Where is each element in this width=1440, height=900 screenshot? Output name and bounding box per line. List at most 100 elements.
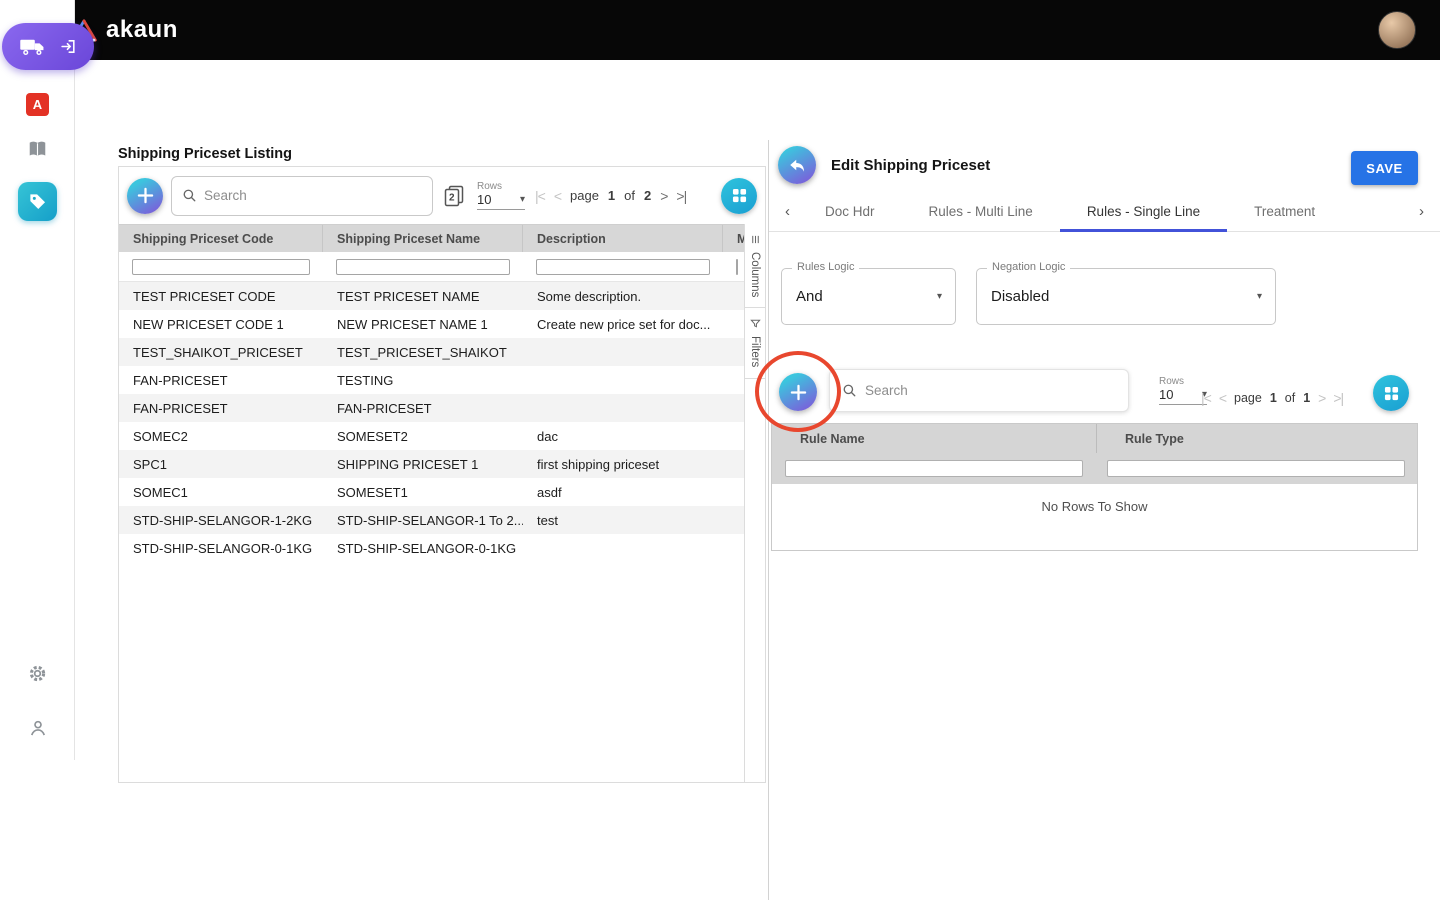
of-label: of xyxy=(1284,391,1296,405)
sidebar-item-settings[interactable] xyxy=(0,663,75,684)
save-button[interactable]: SAVE xyxy=(1351,151,1418,185)
cell-desc: Some description. xyxy=(537,288,642,304)
cell-name: TEST PRICESET NAME xyxy=(337,288,480,304)
table-row[interactable]: FAN-PRICESET FAN-PRICESET xyxy=(119,394,744,422)
rows-value: 10 xyxy=(1159,387,1174,402)
rules-logic-select[interactable]: Rules Logic And ▾ xyxy=(781,261,956,325)
cell-code: FAN-PRICESET xyxy=(133,400,228,416)
rules-rows-per-page[interactable]: Rows 10 ▾ xyxy=(1159,376,1207,405)
tab-rules-single-line[interactable]: Rules - Single Line xyxy=(1059,192,1228,232)
negation-logic-value: Disabled xyxy=(991,288,1050,305)
filter-rule-name-input[interactable] xyxy=(785,460,1083,477)
cell-name: STD-SHIP-SELANGOR-0-1KG xyxy=(337,540,517,556)
grid-view-button[interactable] xyxy=(721,177,757,214)
first-page-icon[interactable]: |< xyxy=(1201,390,1212,406)
listing-card: 2 Rows 10 ▾ |< < page 1 of 2 > >| xyxy=(118,166,766,783)
table-row[interactable]: SOMEC1 SOMESET1 asdf xyxy=(119,478,744,506)
sidebar-item-profile[interactable] xyxy=(0,718,75,738)
last-page-icon[interactable]: >| xyxy=(1333,390,1344,406)
filter-m-input[interactable] xyxy=(736,258,738,275)
tabs-scroll-left-icon[interactable]: ‹ xyxy=(777,192,798,231)
filter-description-input[interactable] xyxy=(536,258,710,275)
rows-label: Rows xyxy=(1159,376,1185,387)
sidebar-item-pricebook-active[interactable] xyxy=(18,182,57,221)
book-icon xyxy=(27,140,48,159)
rules-table-header: Rule Name Rule Type xyxy=(772,424,1417,453)
rules-search-input[interactable] xyxy=(865,383,1116,398)
filters-tool-tab[interactable]: Filters xyxy=(745,308,765,379)
listing-rows-per-page[interactable]: Rows 10 ▾ xyxy=(477,181,525,210)
cell-desc: Create new price set for doc... xyxy=(537,316,711,332)
back-button[interactable] xyxy=(778,146,816,184)
tab-rules-multi-line[interactable]: Rules - Multi Line xyxy=(902,192,1060,231)
rules-search[interactable] xyxy=(829,369,1129,412)
table-row[interactable]: STD-SHIP-SELANGOR-1-2KG STD-SHIP-SELANGO… xyxy=(119,506,744,534)
prev-page-icon[interactable]: < xyxy=(1219,390,1227,406)
sidebar-item-catalog[interactable] xyxy=(0,140,75,159)
tab-doc-hdr[interactable]: Doc Hdr xyxy=(798,192,902,231)
next-page-icon[interactable]: > xyxy=(1318,390,1326,406)
column-header-description[interactable]: Description xyxy=(523,225,723,252)
column-header-name[interactable]: Shipping Priceset Name xyxy=(323,225,523,252)
table-row[interactable]: TEST_SHAIKOT_PRICESET TEST_PRICESET_SHAI… xyxy=(119,338,744,366)
column-header-rule-name[interactable]: Rule Name xyxy=(772,424,1097,453)
first-page-icon[interactable]: |< xyxy=(535,188,546,204)
table-row[interactable]: STD-SHIP-SELANGOR-0-1KG STD-SHIP-SELANGO… xyxy=(119,534,744,562)
tab-treatment[interactable]: Treatment xyxy=(1227,192,1342,231)
table-row[interactable]: TEST PRICESET CODE TEST PRICESET NAME So… xyxy=(119,282,744,310)
listing-search[interactable] xyxy=(171,175,433,216)
cell-code: FAN-PRICESET xyxy=(133,372,228,388)
last-page-icon[interactable]: >| xyxy=(676,188,687,204)
duplicate-icon[interactable]: 2 xyxy=(443,184,465,208)
cell-name: TEST_PRICESET_SHAIKOT xyxy=(337,344,507,360)
next-page-icon[interactable]: > xyxy=(660,188,668,204)
rules-grid-view-button[interactable] xyxy=(1373,375,1409,411)
column-header-code[interactable]: Shipping Priceset Code xyxy=(119,225,323,252)
back-arrow-icon xyxy=(790,159,805,172)
cell-name: SOMESET2 xyxy=(337,428,408,444)
cell-desc: dac xyxy=(537,428,558,444)
filter-code-input[interactable] xyxy=(132,258,310,275)
page-current: 1 xyxy=(1269,391,1277,405)
column-header-m[interactable]: M xyxy=(723,225,744,252)
delivery-truck-icon xyxy=(19,37,47,57)
chevron-down-icon: ▾ xyxy=(1256,291,1262,302)
cell-code: SPC1 xyxy=(133,456,167,472)
cell-desc: asdf xyxy=(537,484,562,500)
filter-rule-type-input[interactable] xyxy=(1107,460,1405,477)
add-rule-button[interactable] xyxy=(779,373,817,411)
login-icon xyxy=(60,38,77,55)
page-label: page xyxy=(570,188,599,203)
filters-tool-label: Filters xyxy=(749,336,761,368)
tabs-scroll-right-icon[interactable]: › xyxy=(1411,192,1432,231)
cell-code: TEST PRICESET CODE xyxy=(133,288,276,304)
sidebar-item-shipping-applet[interactable] xyxy=(2,23,94,70)
sidebar-item-pdf[interactable]: A xyxy=(0,93,75,116)
apps-grid-icon xyxy=(1384,386,1398,400)
add-priceset-button[interactable] xyxy=(127,177,163,214)
gear-icon xyxy=(27,663,48,684)
page-total: 2 xyxy=(644,188,652,203)
cell-name: STD-SHIP-SELANGOR-1 To 2... xyxy=(337,512,523,528)
price-tag-icon xyxy=(28,192,47,211)
svg-text:2: 2 xyxy=(449,192,455,203)
columns-tool-tab[interactable]: Columns xyxy=(745,224,765,309)
listing-title: Shipping Priceset Listing xyxy=(118,146,293,162)
table-row[interactable]: SPC1 SHIPPING PRICESET 1 first shipping … xyxy=(119,450,744,478)
listing-search-input[interactable] xyxy=(204,188,422,203)
negation-logic-select[interactable]: Negation Logic Disabled ▾ xyxy=(976,261,1276,325)
columns-icon xyxy=(750,234,761,245)
table-row[interactable]: FAN-PRICESET TESTING xyxy=(119,366,744,394)
search-icon xyxy=(842,383,857,398)
grid-tool-strip: Columns Filters xyxy=(744,224,765,782)
apps-grid-icon xyxy=(732,188,746,203)
rows-label: Rows xyxy=(477,181,503,192)
column-header-rule-type[interactable]: Rule Type xyxy=(1097,424,1417,453)
user-avatar[interactable] xyxy=(1378,11,1416,49)
rules-filter-row xyxy=(772,453,1417,484)
table-row[interactable]: NEW PRICESET CODE 1 NEW PRICESET NAME 1 … xyxy=(119,310,744,338)
table-row[interactable]: SOMEC2 SOMESET2 dac xyxy=(119,422,744,450)
filter-name-input[interactable] xyxy=(336,258,510,275)
chevron-down-icon: ▾ xyxy=(936,291,942,302)
prev-page-icon[interactable]: < xyxy=(554,188,562,204)
